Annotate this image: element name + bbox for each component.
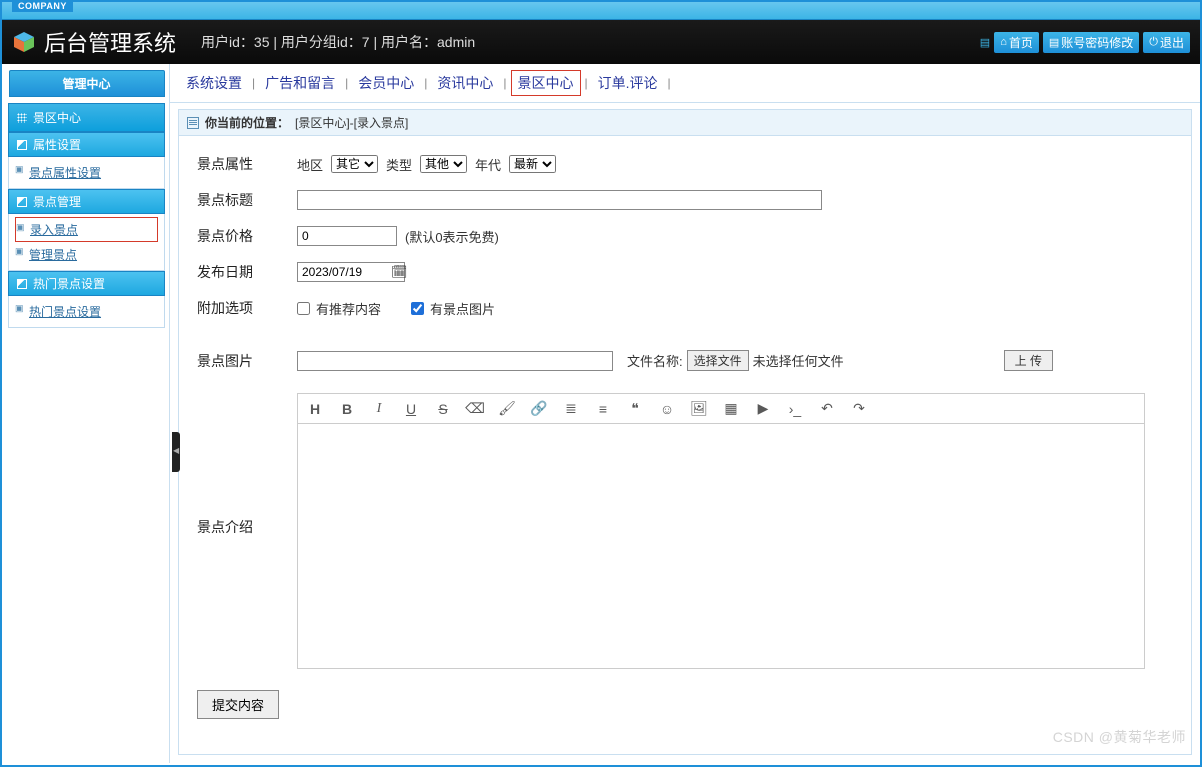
video-icon[interactable]: ▶ xyxy=(754,400,772,417)
bold-icon[interactable]: B xyxy=(338,400,356,417)
price-input[interactable] xyxy=(297,226,397,246)
region-select[interactable]: 其它 xyxy=(331,155,378,173)
strike-icon[interactable]: S xyxy=(434,400,452,417)
label-price: 景点价格 xyxy=(197,226,297,246)
has-image-label: 有景点图片 xyxy=(430,299,495,318)
erase-icon[interactable]: ⌫ xyxy=(466,400,484,417)
list-icon[interactable]: ≣ xyxy=(562,400,580,417)
table-icon[interactable]: ▦ xyxy=(722,400,740,417)
choose-file-button[interactable]: 选择文件 xyxy=(687,350,749,371)
breadcrumb-prefix: 你当前的位置： xyxy=(205,114,289,131)
label-options: 附加选项 xyxy=(197,298,297,318)
header: 后台管理系统 用户id：35 | 用户分组id：7 | 用户名：admin ▤ … xyxy=(2,20,1200,64)
editor-toolbar: H B I U S ⌫ 🖌 🔗 ≣ ≡ ❝ ☺ 🖼 xyxy=(297,393,1145,423)
has-image-checkbox[interactable] xyxy=(411,302,424,315)
company-tag: COMPANY xyxy=(12,0,73,12)
image-path-input[interactable] xyxy=(297,351,613,371)
heading-icon[interactable]: H xyxy=(306,400,324,417)
desc-textarea[interactable] xyxy=(297,423,1145,669)
section-icon xyxy=(17,279,27,289)
emoji-icon[interactable]: ☺ xyxy=(658,400,676,417)
sidebar-module-title[interactable]: 景区中心 xyxy=(8,103,165,132)
label-title: 景点标题 xyxy=(197,190,297,210)
sidebar-module-label: 景区中心 xyxy=(33,109,81,126)
brush-icon[interactable]: 🖌 xyxy=(498,400,516,417)
region-label: 地区 xyxy=(297,155,323,174)
breadcrumb-path: [景区中心]-[录入景点] xyxy=(295,114,408,131)
calendar-icon[interactable]: 🗓 xyxy=(391,264,408,280)
sidebar-section-hot[interactable]: 热门景点设置 xyxy=(8,271,165,296)
upload-button[interactable]: 上 传 xyxy=(1004,350,1053,371)
label-attr: 景点属性 xyxy=(197,154,297,174)
doc-icon xyxy=(187,117,199,129)
password-link-label: 账号密码修改 xyxy=(1061,34,1133,51)
grid-icon xyxy=(17,113,27,123)
sidebar-section-label: 景点管理 xyxy=(33,193,81,210)
image-icon[interactable]: 🖼 xyxy=(690,400,708,417)
doc-icon: ▤ xyxy=(1049,36,1059,49)
section-icon xyxy=(17,140,27,150)
sidebar-section-manage[interactable]: 景点管理 xyxy=(8,189,165,214)
type-label: 类型 xyxy=(386,155,412,174)
underline-icon[interactable]: U xyxy=(402,400,420,417)
no-file-text: 未选择任何文件 xyxy=(753,351,844,370)
password-link[interactable]: ▤账号密码修改 xyxy=(1043,32,1139,53)
sidebar-top-title: 管理中心 xyxy=(9,70,165,97)
label-desc: 景点介绍 xyxy=(197,387,297,537)
recommend-checkbox[interactable] xyxy=(297,302,310,315)
topnav-scenic[interactable]: 景区中心 xyxy=(511,70,581,96)
home-link-label: 首页 xyxy=(1009,34,1033,51)
submit-button[interactable]: 提交内容 xyxy=(197,690,279,719)
sidebar-item-manage-spot[interactable]: 管理景点 xyxy=(15,242,158,267)
era-select[interactable]: 最新 xyxy=(509,155,556,173)
align-icon[interactable]: ≡ xyxy=(594,400,612,417)
code-icon[interactable]: ›_ xyxy=(786,400,804,417)
sidebar-section-attr[interactable]: 属性设置 xyxy=(8,132,165,157)
sidebar-item-hot-settings[interactable]: 热门景点设置 xyxy=(15,299,158,324)
sidebar-item-add-spot[interactable]: 录入景点 xyxy=(15,217,158,242)
topnav-system[interactable]: 系统设置 xyxy=(180,71,248,95)
label-image: 景点图片 xyxy=(197,351,297,371)
italic-icon[interactable]: I xyxy=(370,400,388,417)
label-date: 发布日期 xyxy=(197,262,297,282)
topnav: 系统设置| 广告和留言| 会员中心| 资讯中心| 景区中心| 订单.评论| xyxy=(170,64,1200,103)
topnav-order[interactable]: 订单.评论 xyxy=(592,71,664,95)
section-icon xyxy=(17,197,27,207)
sidebar-collapse-handle[interactable] xyxy=(172,432,180,472)
file-label: 文件名称: xyxy=(627,351,683,370)
price-hint: (默认0表示免费) xyxy=(405,227,499,246)
user-info: 用户id：35 | 用户分组id：7 | 用户名：admin xyxy=(201,32,475,52)
link-icon[interactable]: 🔗 xyxy=(530,400,548,417)
breadcrumb: 你当前的位置： [景区中心]-[录入景点] xyxy=(178,109,1192,136)
topnav-ads[interactable]: 广告和留言 xyxy=(259,71,341,95)
power-icon: ⏻ xyxy=(1149,36,1158,49)
type-select[interactable]: 其他 xyxy=(420,155,467,173)
app-title: 后台管理系统 xyxy=(44,26,176,58)
sidebar: 管理中心 景区中心 属性设置 景点属性设置 景点管理 录入景点 管理景点 xyxy=(2,64,170,763)
sidebar-item-attr-settings[interactable]: 景点属性设置 xyxy=(15,160,158,185)
window-titlebar xyxy=(2,2,1200,20)
home-icon: ⌂ xyxy=(1000,36,1007,48)
menu-icon[interactable]: ▤ xyxy=(980,36,990,49)
era-label: 年代 xyxy=(475,155,501,174)
logo-cube-icon xyxy=(12,30,36,54)
title-input[interactable] xyxy=(297,190,822,210)
recommend-label: 有推荐内容 xyxy=(316,299,381,318)
redo-icon[interactable]: ↷ xyxy=(850,400,868,417)
topnav-news[interactable]: 资讯中心 xyxy=(431,71,499,95)
undo-icon[interactable]: ↶ xyxy=(818,400,836,417)
logout-link-label: 退出 xyxy=(1160,34,1184,51)
content: 景点属性 地区 其它 类型 其他 年代 最新 景点标题 xyxy=(178,136,1192,755)
sidebar-section-label: 属性设置 xyxy=(33,136,81,153)
logout-link[interactable]: ⏻退出 xyxy=(1143,32,1190,53)
quote-icon[interactable]: ❝ xyxy=(626,400,644,417)
home-link[interactable]: ⌂首页 xyxy=(994,32,1039,53)
sidebar-section-label: 热门景点设置 xyxy=(33,275,105,292)
topnav-member[interactable]: 会员中心 xyxy=(352,71,420,95)
date-input[interactable] xyxy=(297,262,405,282)
